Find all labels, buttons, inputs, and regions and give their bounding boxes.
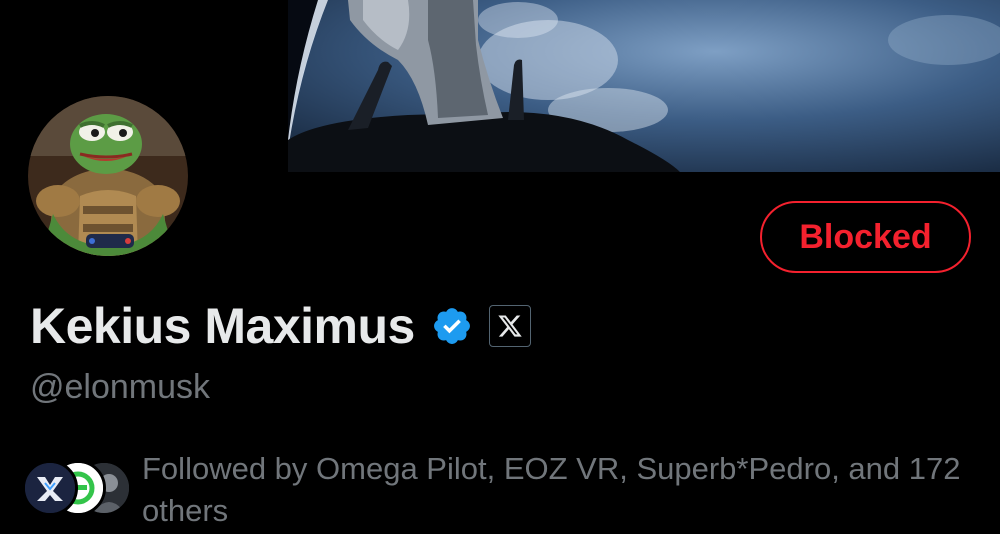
- x-logo-icon[interactable]: [488, 305, 531, 347]
- blocked-button[interactable]: Blocked: [760, 201, 971, 273]
- mutual-followers-avatars[interactable]: [22, 460, 132, 516]
- profile-name-row: Kekius Maximus: [30, 290, 531, 362]
- verified-check-icon[interactable]: [431, 305, 473, 347]
- display-name: Kekius Maximus: [30, 298, 415, 354]
- followed-by-row[interactable]: Followed by Omega Pilot, EOZ VR, Superb*…: [22, 448, 972, 528]
- profile-banner[interactable]: [288, 0, 1000, 172]
- profile-avatar[interactable]: [28, 96, 188, 256]
- omega-pilot-avatar[interactable]: [22, 460, 78, 516]
- profile-handle: @elonmusk: [30, 368, 211, 406]
- followed-by-text[interactable]: Followed by Omega Pilot, EOZ VR, Superb*…: [142, 448, 962, 532]
